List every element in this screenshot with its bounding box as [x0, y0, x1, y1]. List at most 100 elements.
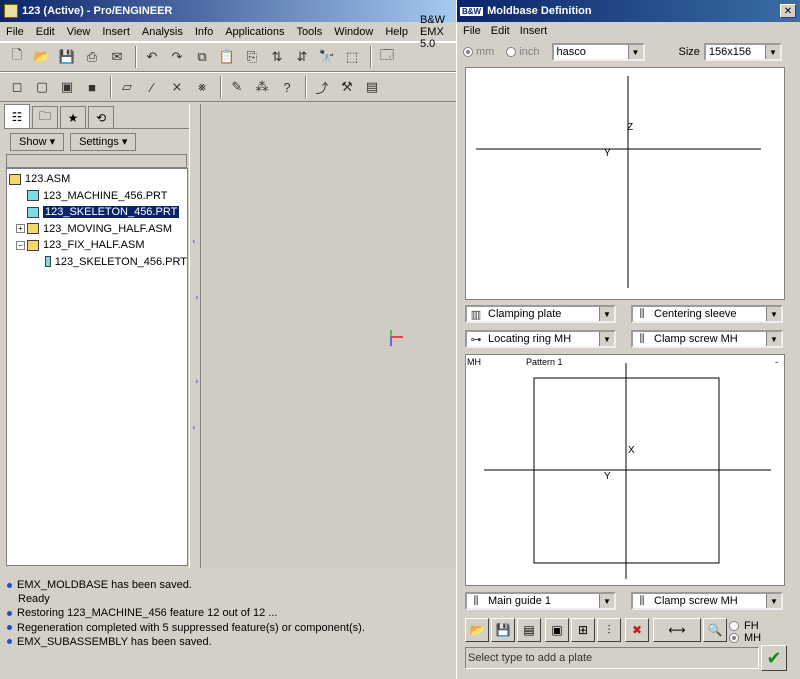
fh-option[interactable]: FH [729, 620, 759, 632]
hidden-line-icon[interactable]: ▢ [31, 76, 53, 98]
clamping-plate-select[interactable]: ▥ Clamping plate ▼ [465, 305, 616, 323]
favorites-tab-icon[interactable]: ★ [60, 106, 86, 128]
supplier-select[interactable]: hasco ▼ [551, 43, 645, 61]
paste-special-icon[interactable]: ⎘ [241, 46, 263, 68]
graphics-area[interactable] [202, 104, 456, 568]
regenerate-icon[interactable]: ⇅ [266, 46, 288, 68]
find-icon[interactable]: 🔭 [316, 46, 338, 68]
zoom-icon[interactable]: 🔍 [703, 618, 727, 642]
no-hidden-icon[interactable]: ▣ [56, 76, 78, 98]
ok-checkmark-button[interactable]: ✔ [761, 645, 787, 671]
regen-manager-icon[interactable]: ⇵ [291, 46, 313, 68]
menu-edit[interactable]: Edit [36, 26, 55, 38]
email-icon[interactable]: ✉ [106, 46, 128, 68]
clamp-screw-bottom-select[interactable]: ⫼ Clamp screw MH ▼ [631, 592, 783, 610]
dialog-menu-insert[interactable]: Insert [520, 25, 548, 37]
menu-help[interactable]: Help [385, 26, 408, 38]
menu-bw-emx[interactable]: B&W EMX 5.0 [420, 14, 445, 50]
tree-item[interactable]: − 123_FIX_HALF.ASM [7, 237, 187, 254]
centering-sleeve-select[interactable]: ⫼ Centering sleeve ▼ [631, 305, 783, 323]
navigator-tabs: ☷ 🗀 ★ ⟲ [4, 104, 189, 128]
tree-item[interactable]: 123_SKELETON_456.PRT [7, 254, 187, 271]
menu-tools[interactable]: Tools [297, 26, 323, 38]
bom-icon[interactable]: ▤ [517, 618, 541, 642]
annotation-icon[interactable]: ✎ [226, 76, 248, 98]
tree-item-selected[interactable]: 123_SKELETON_456.PRT [7, 204, 187, 221]
tree-item[interactable]: 123.ASM [7, 171, 187, 188]
locating-ring-select[interactable]: ⊶ Locating ring MH ▼ [465, 330, 616, 348]
load-assembly-icon[interactable]: 📂 [465, 618, 489, 642]
delete-icon[interactable]: ✖ [625, 618, 649, 642]
mh-radio[interactable] [729, 633, 739, 643]
assemble-icon[interactable]: ⫶ [597, 618, 621, 642]
svg-text:‹: ‹ [192, 237, 196, 247]
display-icon[interactable]: ▤ [361, 76, 383, 98]
datum-points-icon[interactable]: ⨯ [166, 76, 188, 98]
menu-insert[interactable]: Insert [102, 26, 130, 38]
dropdown-arrow-icon: ▼ [766, 332, 781, 346]
copy-icon[interactable]: ⧉ [191, 46, 213, 68]
menu-window[interactable]: Window [334, 26, 373, 38]
new-file-icon[interactable]: 🗋 [6, 46, 28, 68]
show-dropdown[interactable]: Show ▾ [10, 132, 65, 151]
measure-icon[interactable]: ⟷ [653, 618, 701, 642]
inch-radio[interactable] [506, 47, 517, 57]
dialog-titlebar[interactable]: B&W Moldbase Definition ✕ [457, 0, 800, 22]
datum-planes-icon[interactable]: ▱ [116, 76, 138, 98]
menu-view[interactable]: View [67, 26, 91, 38]
message-line: EMX_SUBASSEMBLY has been saved. [4, 635, 456, 649]
sketch-icon[interactable]: ⤴ [311, 76, 333, 98]
open-folder-icon[interactable]: 📂 [31, 46, 53, 68]
menu-analysis[interactable]: Analysis [142, 26, 183, 38]
model-tree-panel: ☷ 🗀 ★ ⟲ Show ▾ Settings ▾ 123.ASM 123_MA… [4, 104, 189, 568]
top-view-preview[interactable]: Z Y [465, 67, 785, 300]
undo-icon[interactable]: ↶ [141, 46, 163, 68]
paste-icon[interactable]: 📋 [216, 46, 238, 68]
menu-file[interactable]: File [6, 26, 24, 38]
shading-icon[interactable]: ■ [81, 76, 103, 98]
settings-dropdown[interactable]: Settings ▾ [70, 132, 137, 151]
menu-applications[interactable]: Applications [225, 26, 284, 38]
expand-plus-icon[interactable]: + [16, 224, 25, 234]
side-view-preview[interactable]: MH Pattern 1 - X Y [465, 354, 785, 586]
main-guide-select[interactable]: ⫼ Main guide 1 ▼ [465, 592, 616, 610]
wireframe-icon[interactable]: ◻ [6, 76, 28, 98]
tool-icon[interactable]: ⚒ [336, 76, 358, 98]
context-help-icon[interactable]: ? [276, 76, 298, 98]
mm-radio[interactable] [463, 47, 473, 57]
history-tab-icon[interactable]: ⟲ [88, 106, 114, 128]
dropdown-arrow-icon: ▼ [599, 332, 614, 346]
tree-item[interactable]: + 123_MOVING_HALF.ASM [7, 221, 187, 238]
print-icon[interactable]: ⎙ [81, 46, 103, 68]
size-select[interactable]: 156x156 ▼ [703, 43, 782, 61]
window-icon[interactable]: 🗔 [376, 46, 398, 68]
grid-view-icon[interactable]: ⊞ [571, 618, 595, 642]
parameters-icon[interactable]: ⁂ [251, 76, 273, 98]
select-box-icon[interactable]: ⬚ [341, 46, 363, 68]
menu-info[interactable]: Info [195, 26, 213, 38]
main-toolbar-2: ◻ ▢ ▣ ■ ▱ ⁄ ⨯ ⨳ ✎ ⁂ ? ⤴ ⚒ ▤ [0, 72, 456, 102]
mh-option[interactable]: MH [729, 632, 761, 644]
close-button[interactable]: ✕ [780, 4, 796, 18]
fh-radio[interactable] [729, 621, 739, 631]
panel-splitter[interactable]: ‹ › › ‹ [189, 104, 201, 568]
info-bullet-icon [7, 625, 12, 631]
save-icon[interactable]: 💾 [56, 46, 78, 68]
coordinate-systems-icon[interactable]: ⨳ [191, 76, 213, 98]
model-tree-tab-icon[interactable]: ☷ [4, 104, 30, 128]
ring-icon: ⊶ [470, 333, 482, 346]
dialog-menu-file[interactable]: File [463, 25, 481, 37]
save-assembly-icon[interactable]: 💾 [491, 618, 515, 642]
dialog-menu-edit[interactable]: Edit [491, 25, 510, 37]
tree-item[interactable]: 123_MACHINE_456.PRT [7, 188, 187, 205]
redo-icon[interactable]: ↷ [166, 46, 188, 68]
datum-axes-icon[interactable]: ⁄ [141, 76, 163, 98]
clamp-screw-select[interactable]: ⫼ Clamp screw MH ▼ [631, 330, 783, 348]
dropdown-arrow-icon: ▼ [599, 307, 614, 321]
main-titlebar[interactable]: 123 (Active) - Pro/ENGINEER [0, 0, 456, 22]
folder-browser-tab-icon[interactable]: 🗀 [32, 106, 58, 128]
plate-view-icon[interactable]: ▣ [545, 618, 569, 642]
collapse-minus-icon[interactable]: − [16, 240, 25, 250]
svg-text:›: › [195, 293, 199, 303]
toolbar-separator [110, 76, 112, 98]
